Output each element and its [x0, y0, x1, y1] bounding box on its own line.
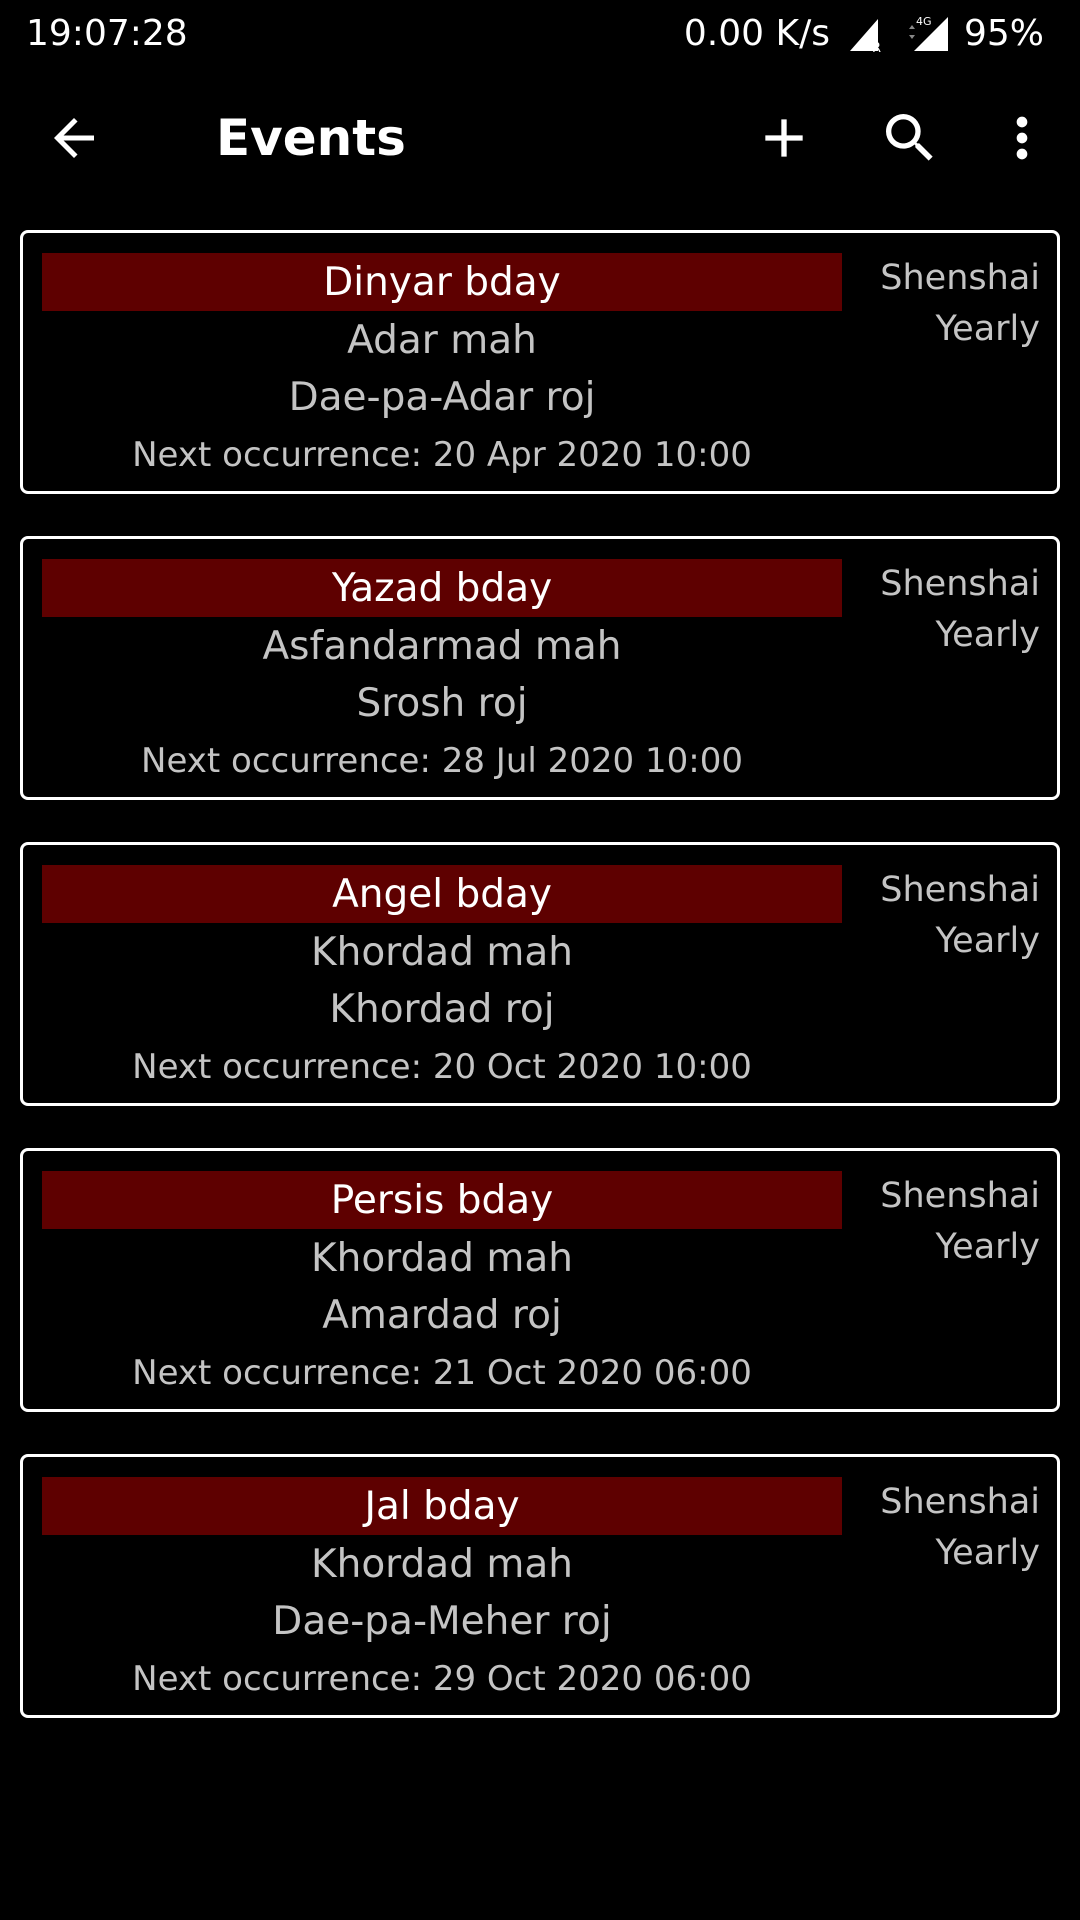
event-next-occurrence: Next occurrence: 28 Jul 2020 10:00 [141, 741, 743, 781]
event-next-occurrence: Next occurrence: 21 Oct 2020 06:00 [132, 1353, 752, 1393]
event-roj: Dae-pa-Meher roj [272, 1599, 612, 1644]
event-name: Dinyar bday [42, 253, 842, 311]
event-next-occurrence: Next occurrence: 20 Oct 2020 10:00 [132, 1047, 752, 1087]
app-bar: Events [0, 80, 1080, 196]
page-title: Events [216, 109, 406, 167]
arrow-back-icon [54, 118, 94, 158]
event-roj: Srosh roj [356, 681, 528, 726]
event-roj: Amardad roj [322, 1293, 562, 1338]
event-meta: Shenshai Yearly [880, 865, 1040, 967]
event-name: Persis bday [42, 1171, 842, 1229]
event-mah: Khordad mah [311, 1236, 573, 1281]
event-repeat: Yearly [935, 921, 1040, 961]
event-repeat: Yearly [935, 1533, 1040, 1573]
event-next-occurrence: Next occurrence: 29 Oct 2020 06:00 [132, 1659, 752, 1699]
event-repeat: Yearly [935, 1227, 1040, 1267]
add-event-button[interactable] [752, 106, 816, 170]
event-calendar: Shenshai [880, 870, 1040, 910]
event-name: Jal bday [42, 1477, 842, 1535]
more-vert-icon [1016, 116, 1028, 160]
event-card[interactable]: Yazad bday Asfandarmad mah Srosh roj Nex… [20, 536, 1060, 800]
event-mah: Adar mah [347, 318, 537, 363]
back-button[interactable] [44, 108, 104, 168]
more-options-button[interactable] [990, 106, 1054, 170]
event-card[interactable]: Dinyar bday Adar mah Dae-pa-Adar roj Nex… [20, 230, 1060, 494]
event-calendar: Shenshai [880, 1176, 1040, 1216]
event-card[interactable]: Persis bday Khordad mah Amardad roj Next… [20, 1148, 1060, 1412]
event-meta: Shenshai Yearly [880, 253, 1040, 355]
event-mah: Asfandarmad mah [262, 624, 622, 669]
event-card[interactable]: Angel bday Khordad mah Khordad roj Next … [20, 842, 1060, 1106]
event-list: Dinyar bday Adar mah Dae-pa-Adar roj Nex… [20, 230, 1060, 1760]
signal-roaming-icon: R [848, 13, 888, 53]
plus-icon [765, 119, 803, 157]
status-time: 19:07:28 [26, 12, 188, 54]
event-mah: Khordad mah [311, 930, 573, 975]
signal-4g-icon: 4G [906, 13, 948, 53]
event-repeat: Yearly [935, 309, 1040, 349]
event-calendar: Shenshai [880, 1482, 1040, 1522]
event-card[interactable]: Jal bday Khordad mah Dae-pa-Meher roj Ne… [20, 1454, 1060, 1718]
event-name: Yazad bday [42, 559, 842, 617]
roaming-label: R [872, 41, 881, 53]
search-button[interactable] [878, 106, 942, 170]
event-next-occurrence: Next occurrence: 20 Apr 2020 10:00 [132, 435, 752, 475]
event-mah: Khordad mah [311, 1542, 573, 1587]
event-meta: Shenshai Yearly [880, 1477, 1040, 1579]
status-indicators: 0.00 K/s R 4G 95% [684, 13, 1044, 54]
event-calendar: Shenshai [880, 564, 1040, 604]
status-bar: 19:07:28 0.00 K/s R 4G 95% [0, 0, 1080, 66]
event-calendar: Shenshai [880, 258, 1040, 298]
event-meta: Shenshai Yearly [880, 1171, 1040, 1273]
network-speed: 0.00 K/s [683, 12, 830, 54]
battery-level: 95% [963, 12, 1044, 54]
network-type: 4G [916, 15, 932, 28]
event-meta: Shenshai Yearly [880, 559, 1040, 661]
event-name: Angel bday [42, 865, 842, 923]
search-icon [886, 114, 933, 161]
event-roj: Dae-pa-Adar roj [288, 375, 596, 420]
event-roj: Khordad roj [329, 987, 555, 1032]
event-repeat: Yearly [935, 615, 1040, 655]
